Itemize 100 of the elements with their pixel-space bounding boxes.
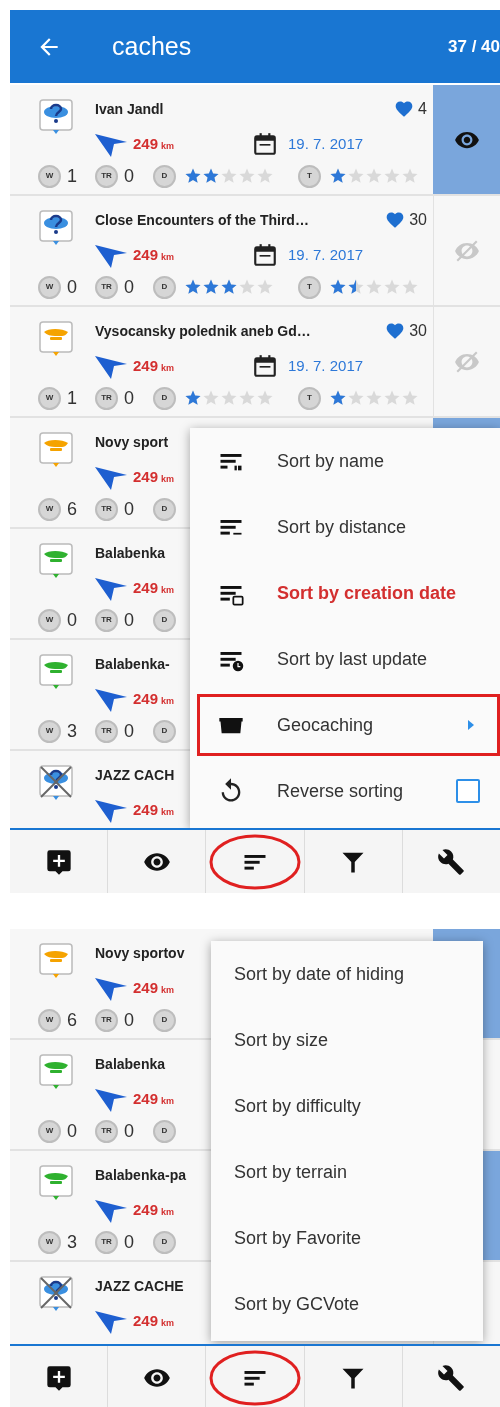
cache-name: Balabenka — [95, 543, 166, 563]
menu-item[interactable]: Sort by name — [190, 428, 500, 494]
stat-value: 6 — [67, 497, 77, 521]
distance-value: 249 — [133, 244, 159, 265]
menu-item[interactable]: Reverse sorting — [190, 758, 500, 824]
stat-badge: TR — [95, 497, 118, 521]
stat-badge: W — [38, 1008, 61, 1032]
screen-title: caches — [112, 30, 192, 62]
menu-item-label: Sort by terrain — [234, 1160, 348, 1184]
menu-item[interactable]: Sort by Favorite — [211, 1205, 483, 1271]
distance-value: 249 — [133, 577, 159, 598]
menu-item-label: Sort by distance — [277, 515, 407, 539]
direction-arrow-icon — [95, 353, 127, 379]
direction-arrow-icon — [95, 1086, 127, 1112]
menu-item[interactable]: Sort by distance — [190, 494, 500, 560]
menu-item[interactable]: Sort by size — [211, 1007, 483, 1073]
menu-item-label: Sort by last update — [277, 647, 428, 671]
stat-badge: D — [153, 164, 176, 188]
distance-unit: km — [161, 472, 175, 486]
direction-arrow-icon — [95, 575, 127, 601]
cache-name: JAZZ CACHE — [95, 1276, 184, 1296]
menu-item[interactable]: Sort by date of hiding — [211, 941, 483, 1007]
menu-item-label: Geocaching — [277, 713, 374, 737]
calendar-icon — [252, 242, 278, 268]
star-icon — [383, 167, 401, 185]
stat-value: 0 — [124, 1119, 134, 1143]
menu-item[interactable]: Sort by last update — [190, 626, 500, 692]
calendar-icon — [252, 353, 278, 379]
direction-arrow-icon — [95, 464, 127, 490]
star-icon — [184, 167, 202, 185]
date-text: 19. 7. 2017 — [288, 244, 364, 265]
menu-item[interactable]: Geocaching — [190, 692, 500, 758]
stat-badge: TR — [95, 386, 118, 410]
stat-badge: D — [153, 1119, 176, 1143]
stat-value: 0 — [124, 386, 134, 410]
direction-arrow-icon — [95, 242, 127, 268]
stat-value: 0 — [124, 719, 134, 743]
stat-badge: W — [38, 275, 61, 299]
star-icon — [256, 389, 274, 407]
star-icon — [256, 278, 274, 296]
distance-unit: km — [161, 139, 175, 153]
stat-value: 0 — [124, 164, 134, 188]
cache-count: 37 / 40 — [448, 35, 500, 58]
menu-item[interactable]: Sort by terrain — [211, 1139, 483, 1205]
stat-badge: TR — [95, 1008, 118, 1032]
heart-icon — [394, 99, 415, 119]
distance-unit: km — [161, 583, 175, 597]
star-icon — [220, 389, 238, 407]
star-icon — [401, 167, 419, 185]
stat-value: 1 — [67, 164, 77, 188]
star-icon — [184, 389, 202, 407]
stat-value: 0 — [124, 1008, 134, 1032]
stat-value: 0 — [67, 1119, 77, 1143]
distance-unit: km — [161, 361, 175, 375]
stat-value: 0 — [124, 497, 134, 521]
distance-unit: km — [161, 250, 175, 264]
checkbox[interactable] — [456, 779, 480, 803]
menu-item[interactable]: Sort by creation date — [190, 560, 500, 626]
cache-name: Vysocansky polednik aneb Gd… — [95, 321, 311, 341]
distance-unit: km — [161, 1094, 175, 1108]
stat-badge: D — [153, 719, 176, 743]
direction-arrow-icon — [95, 1197, 127, 1223]
date-text: 19. 7. 2017 — [288, 355, 364, 376]
menu-item-label: Reverse sorting — [277, 779, 404, 803]
visibility-toggle[interactable] — [433, 85, 500, 194]
stat-badge: TR — [95, 275, 118, 299]
stat-value: 3 — [67, 719, 77, 743]
calendar-icon — [252, 131, 278, 157]
star-icon — [401, 278, 419, 296]
star-icon — [347, 278, 365, 296]
star-icon — [401, 389, 419, 407]
stat-badge: TR — [95, 1230, 118, 1254]
favorite-count: 4 — [418, 99, 427, 119]
star-icon — [383, 278, 401, 296]
stat-badge: W — [38, 1230, 61, 1254]
add-note-icon — [44, 847, 73, 876]
menu-item-label: Sort by size — [234, 1028, 329, 1052]
star-icon — [220, 278, 238, 296]
stat-value: 0 — [67, 608, 77, 632]
star-icon — [329, 278, 347, 296]
stat-badge: T — [298, 275, 321, 299]
menu-item-label: Sort by creation date — [277, 581, 457, 605]
stat-badge: D — [153, 386, 176, 410]
stat-badge: TR — [95, 608, 118, 632]
menu-item[interactable]: Sort by GCVote — [211, 1271, 483, 1337]
add-note-icon — [44, 1363, 73, 1392]
cache-name: Close Encounters of the Third… — [95, 210, 309, 230]
star-icon — [365, 278, 383, 296]
distance-value: 249 — [133, 355, 159, 376]
wrench-icon — [437, 847, 466, 876]
star-icon — [383, 389, 401, 407]
distance-unit: km — [161, 1205, 175, 1219]
star-icon — [365, 167, 383, 185]
menu-item[interactable]: Sort by difficulty — [211, 1073, 483, 1139]
distance-unit: km — [161, 1316, 175, 1330]
cache-name: Balabenka — [95, 1054, 166, 1074]
stat-value: 0 — [124, 275, 134, 299]
stat-badge: TR — [95, 164, 118, 188]
cache-name: Novy sportov — [95, 943, 185, 963]
direction-arrow-icon — [95, 797, 127, 823]
